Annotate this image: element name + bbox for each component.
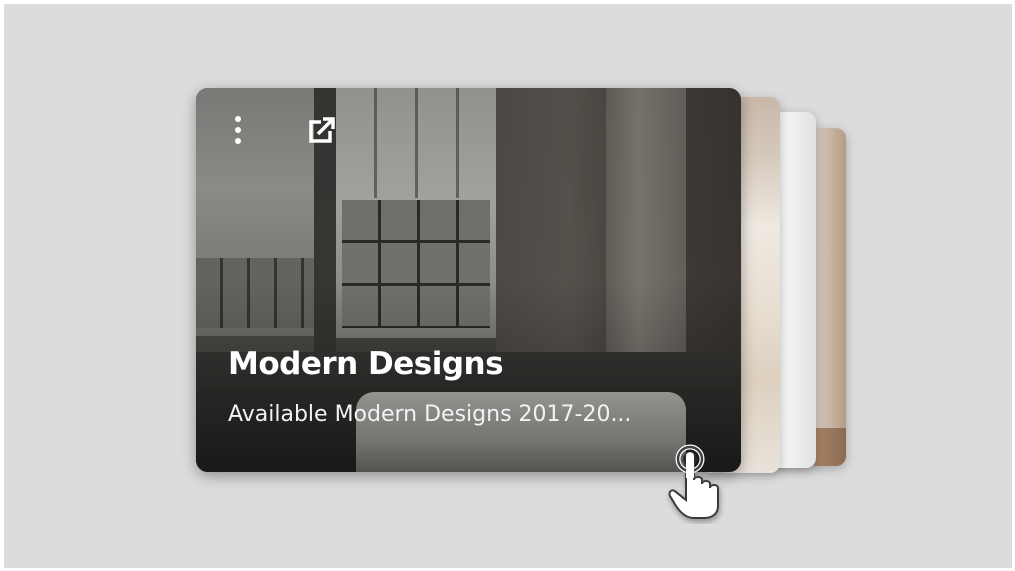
hand-pointer-icon (664, 440, 728, 524)
open-external-icon[interactable] (304, 112, 340, 148)
card-title: Modern Designs (228, 346, 504, 382)
more-vertical-icon[interactable] (220, 112, 256, 148)
collection-card[interactable]: Modern Designs Available Modern Designs … (196, 88, 741, 472)
card-subtitle: Available Modern Designs 2017-20... (228, 402, 632, 427)
card-actions (220, 112, 340, 148)
